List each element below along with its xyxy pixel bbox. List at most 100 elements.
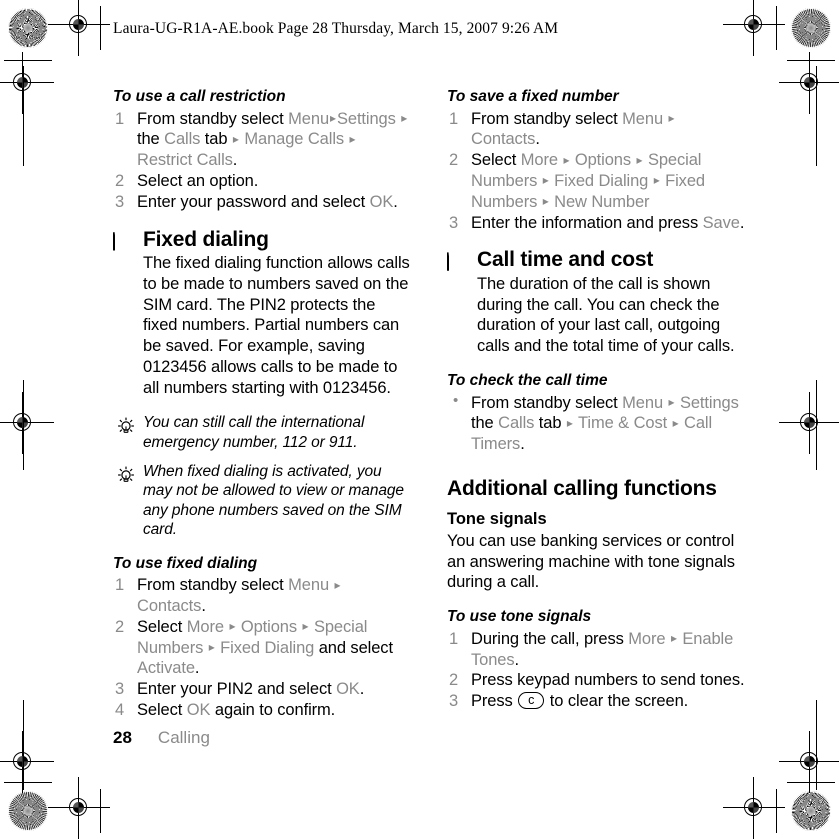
ui-term: Settings: [679, 393, 739, 412]
heading-fixed-dialing: Fixed dialing: [143, 227, 269, 251]
nav-arrow-icon: ▸: [349, 131, 356, 146]
ui-term: Options: [240, 617, 298, 636]
procedure-step: Select More ▸ Options ▸ Special Numbers …: [447, 150, 747, 212]
heading-tone-signals: Tone signals: [447, 510, 547, 529]
ui-term: Contacts: [137, 596, 202, 615]
step-text: [663, 110, 667, 128]
registration-mark-corner-bottom-right: [779, 731, 839, 793]
step-text: From standby select: [137, 109, 289, 128]
ui-term: More: [186, 617, 224, 636]
ui-term: OK: [336, 680, 360, 699]
procedure-step: From standby select Menu ▸ Settings the …: [447, 392, 747, 455]
ui-term: Save: [702, 213, 740, 232]
page-footer: 28 Calling: [113, 728, 210, 748]
step-text: [663, 394, 667, 412]
registration-mark-top-right: [723, 0, 785, 56]
file-header-slug: Laura-UG-R1A-AE.book Page 28 Thursday, M…: [113, 20, 559, 37]
page-number: 28: [113, 728, 132, 747]
step-text: again to confirm.: [210, 700, 336, 719]
heading-to-use-fixed-dialing: To use fixed dialing: [113, 554, 258, 572]
nav-arrow-icon: ▸: [542, 194, 549, 209]
step-text: [297, 618, 301, 636]
step-text: [329, 576, 333, 594]
lightbulb-tip-icon: [115, 416, 137, 443]
nav-arrow-icon: ▸: [542, 173, 549, 188]
step-text: .: [201, 596, 206, 615]
step-text: .: [535, 130, 540, 149]
trim-rule-lower-left: [4, 782, 52, 784]
ui-term: Restrict Calls: [137, 151, 233, 170]
heading-call-time-and-cost: Call time and cost: [477, 248, 654, 272]
tip-emergency-number: You can still call the international eme…: [113, 413, 413, 452]
step-text: .: [739, 213, 745, 232]
step-text: Enter your password and select: [137, 192, 370, 211]
ui-term: Activate: [137, 659, 195, 678]
right-column: To save a fixed number From standby sele…: [447, 88, 747, 712]
print-rosette-bottom-left: [8, 791, 48, 831]
steps-save-fixed-number: From standby select Menu ▸ Contacts. Sele…: [447, 109, 747, 234]
ui-term: More: [520, 151, 558, 170]
procedure-step: Press c to clear the screen.: [447, 691, 747, 712]
nav-arrow-icon: ▸: [653, 173, 660, 188]
nav-arrow-icon: ▸: [566, 415, 573, 430]
step-text: tab: [200, 130, 232, 149]
chapter-name: Calling: [157, 728, 210, 747]
step-text: During the call, press: [471, 629, 629, 648]
step-text: .: [194, 659, 200, 678]
step-text: From standby select: [137, 576, 289, 595]
procedure-step: From standby select Menu▸Settings ▸ the …: [113, 109, 413, 171]
nav-arrow-icon: ▸: [401, 111, 408, 126]
step-text: Enter your PIN2 and select: [137, 680, 337, 699]
procedure-step: Enter your password and select OK.: [113, 192, 413, 213]
step-text: Press: [471, 692, 518, 711]
section-fixed-dialing: Fixed dialing The fixed dialing function…: [113, 228, 413, 399]
step-text: [667, 414, 671, 432]
steps-use-tone-signals: During the call, press More ▸ Enable Ton…: [447, 629, 747, 712]
side-rule-right: [816, 66, 818, 166]
clear-key-icon: c: [518, 692, 545, 710]
step-text: the: [137, 130, 165, 149]
trim-rule-upper-right: [787, 60, 835, 62]
left-column: To use a call restriction From standby s…: [113, 88, 413, 721]
step-text: [631, 151, 635, 169]
procedure-step: Select OK again to confirm.: [113, 700, 413, 721]
ui-term: Options: [574, 151, 632, 170]
step-text: Select: [137, 700, 187, 719]
nav-arrow-icon: ▸: [232, 131, 239, 146]
heading-to-use-a-call-restriction: To use a call restriction: [113, 88, 286, 105]
nav-arrow-icon: ▸: [330, 111, 336, 126]
registration-mark-top-left: [48, 0, 110, 56]
print-rosette-top-left: [8, 8, 48, 48]
step-text: Press keypad numbers to send tones.: [471, 671, 745, 690]
heading-to-save-a-fixed-number: To save a fixed number: [447, 88, 619, 105]
side-rule-left-lower: [23, 700, 25, 790]
side-rule-left: [23, 66, 25, 166]
trim-rule-bottom-right: [776, 789, 778, 833]
step-text: tab: [534, 414, 566, 433]
steps-use-fixed-dialing: From standby select Menu ▸ Contacts. Sele…: [113, 575, 413, 720]
ui-term: Menu: [622, 393, 664, 412]
ui-term: Manage Calls: [244, 130, 345, 149]
ui-term: Settings: [336, 109, 396, 128]
side-rule-left-mid: [23, 380, 25, 470]
step-text: Enter the information and press: [471, 213, 703, 232]
registration-mark-right-middle: [779, 392, 839, 454]
step-text: From standby select: [471, 109, 623, 128]
body-tone-signals: You can use banking services or control …: [447, 531, 735, 592]
nav-arrow-icon: ▸: [670, 631, 677, 646]
ui-term: More: [628, 629, 666, 648]
procedure-step: Select More ▸ Options ▸ Special Numbers …: [113, 617, 413, 679]
nav-arrow-icon: ▸: [208, 640, 215, 655]
steps-call-restriction: From standby select Menu▸Settings ▸ the …: [113, 109, 413, 213]
step-text: Select: [137, 617, 187, 636]
ui-term: Fixed Dialing: [554, 171, 649, 190]
print-rosette-top-right: [791, 8, 831, 48]
step-text: .: [514, 650, 520, 669]
step-text: .: [520, 435, 525, 454]
procedure-step: From standby select Menu ▸ Contacts.: [447, 109, 747, 151]
registration-mark-bottom-left: [48, 777, 110, 839]
procedure-step: Press keypad numbers to send tones.: [447, 670, 747, 691]
ui-term: Menu: [622, 109, 664, 128]
printed-page: Laura-UG-R1A-AE.book Page 28 Thursday, M…: [0, 0, 839, 839]
step-text: Select: [471, 151, 521, 170]
